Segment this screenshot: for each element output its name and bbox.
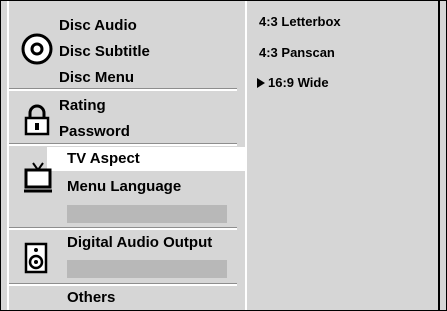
separator [9,284,237,286]
option-letterbox[interactable]: 4:3 Letterbox [259,14,341,29]
option-wide-label: 16:9 Wide [268,75,329,90]
padlock-icon [24,104,50,136]
options-panel: 4:3 Letterbox 4:3 Panscan 16:9 Wide [247,1,438,310]
separator [9,89,237,91]
empty-menu-slot [67,205,227,223]
empty-menu-slot [67,260,227,278]
menu-item-password[interactable]: Password [59,123,130,141]
setup-menu-frame: Disc Audio Disc Subtitle Disc Menu Ratin… [0,0,447,311]
menu-item-disc-subtitle[interactable]: Disc Subtitle [59,43,150,61]
tv-icon [24,162,52,193]
menu-item-digital-audio-output[interactable]: Digital Audio Output [67,234,212,252]
selection-pointer-icon [257,78,265,88]
option-panscan[interactable]: 4:3 Panscan [259,45,335,60]
menu-item-others[interactable]: Others [67,289,115,307]
menu-item-disc-audio[interactable]: Disc Audio [59,17,137,35]
menu-item-rating[interactable]: Rating [59,97,106,115]
menu-item-menu-language[interactable]: Menu Language [67,178,181,196]
menu-item-disc-menu[interactable]: Disc Menu [59,69,134,87]
separator [9,144,237,146]
disc-icon [21,33,53,65]
speaker-icon [24,242,48,274]
frame-edge-right [438,1,440,310]
menu-item-tv-aspect[interactable]: TV Aspect [67,150,140,168]
separator [9,228,237,230]
option-wide[interactable]: 16:9 Wide [257,75,329,90]
